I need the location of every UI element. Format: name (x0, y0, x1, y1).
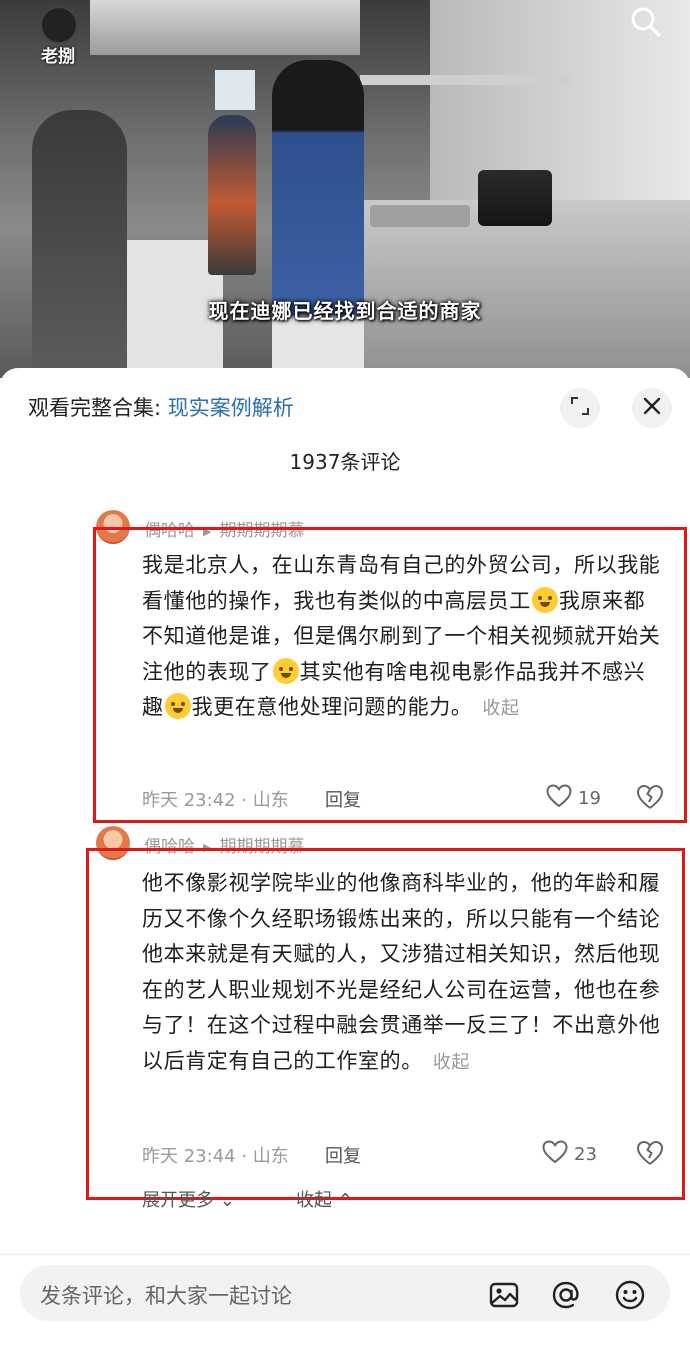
expand-button[interactable] (560, 388, 600, 428)
emoji-icon[interactable] (614, 1279, 646, 1311)
video-frame-shelf (360, 75, 570, 85)
image-icon[interactable] (488, 1279, 520, 1311)
highlight-box (93, 527, 687, 823)
channel-logo-avatar (40, 6, 78, 44)
video-frame-window (215, 70, 255, 110)
search-icon[interactable] (626, 2, 666, 42)
close-button[interactable] (632, 388, 672, 428)
video-player[interactable]: 老捌 现在迪娜已经找到合适的商家 (0, 0, 690, 378)
video-frame-pot (478, 170, 552, 226)
chevron-up-icon: ⌃ (332, 1190, 353, 1211)
collection-prefix: 观看完整合集: (28, 396, 168, 420)
video-frame-person (32, 110, 127, 378)
comment-sheet-header: 观看完整合集: 现实案例解析 (0, 368, 690, 446)
expand-more-button[interactable]: 展开更多 ⌄ (142, 1186, 235, 1212)
channel-logo[interactable]: 老捌 (28, 6, 88, 67)
channel-logo-text: 老捌 (41, 47, 75, 67)
comment-input-placeholder: 发条评论，和大家一起讨论 (40, 1284, 292, 1308)
comment-input-bar: 发条评论，和大家一起讨论 (0, 1254, 690, 1363)
close-icon (642, 396, 662, 420)
at-icon[interactable] (550, 1279, 582, 1311)
video-frame-hood (90, 0, 360, 55)
video-subtitle: 现在迪娜已经找到合适的商家 (208, 299, 482, 323)
collapse-button[interactable]: 收起 ⌃ (296, 1186, 353, 1212)
collection-link[interactable]: 现实案例解析 (168, 396, 294, 420)
highlight-box (86, 848, 685, 1200)
comment-input[interactable]: 发条评论，和大家一起讨论 (20, 1265, 670, 1321)
video-frame-person (208, 115, 256, 275)
video-frame-person (272, 60, 364, 378)
chevron-down-icon: ⌄ (214, 1190, 235, 1211)
comment-count: 1937条评论 (289, 450, 401, 474)
expand-icon (569, 395, 591, 421)
video-frame-sink (370, 205, 470, 227)
collection-link-row[interactable]: 观看完整合集: 现实案例解析 (28, 392, 294, 422)
collapse-label: 收起 (296, 1190, 332, 1211)
expand-more-label: 展开更多 (142, 1190, 214, 1211)
